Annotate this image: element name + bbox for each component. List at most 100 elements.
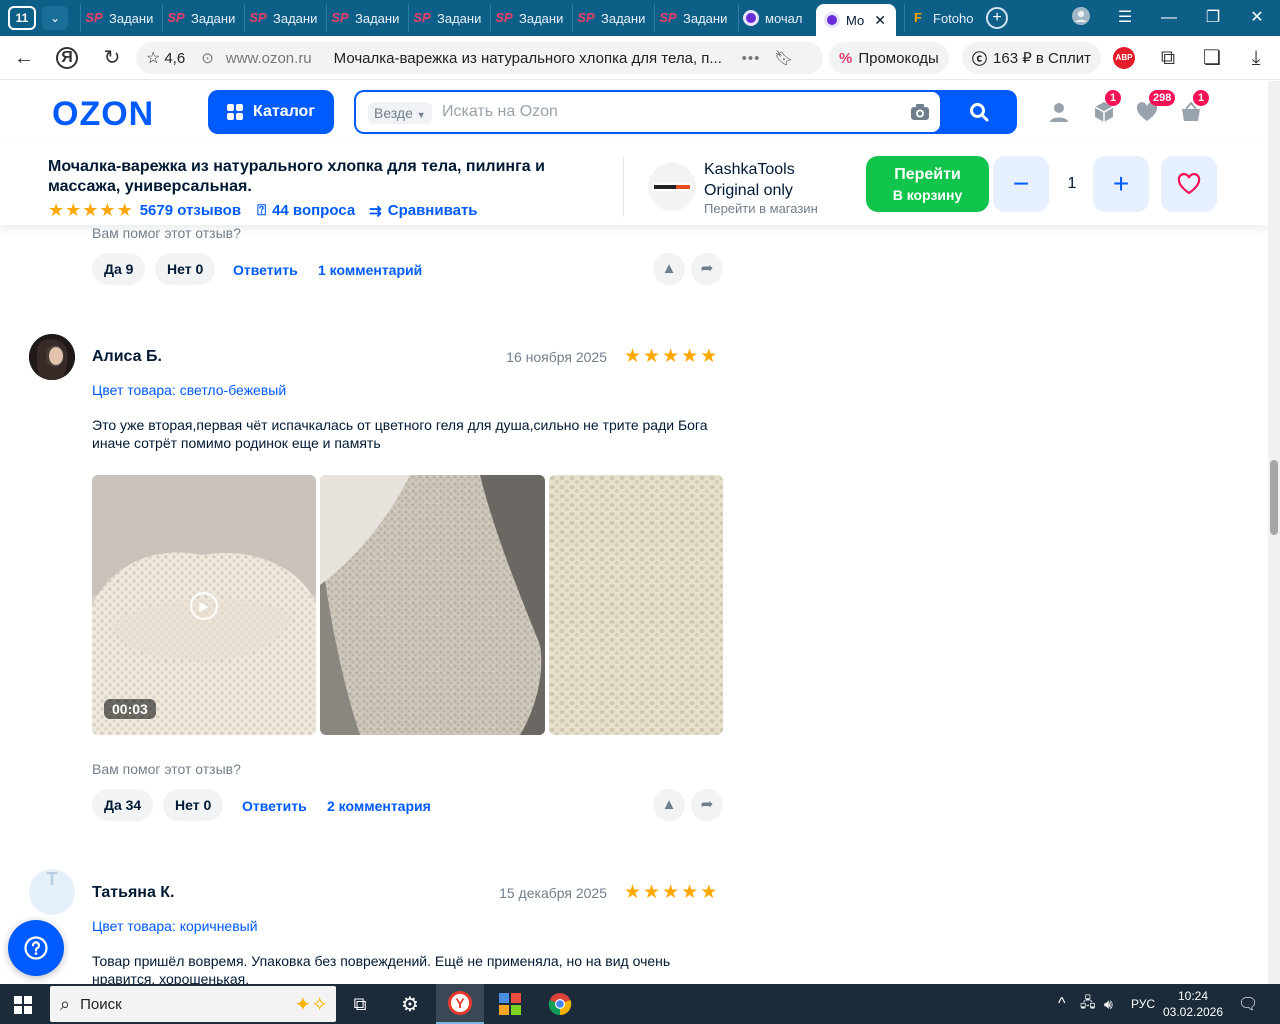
close-tab-icon[interactable]: ✕ [874, 12, 886, 29]
review-color-attribute[interactable]: Цвет товара: коричневый [92, 918, 258, 934]
collections-icon[interactable]: ❏ [1200, 46, 1224, 70]
helpful-no-button[interactable]: Нет 0 [163, 789, 224, 821]
browser-tab[interactable]: SP Задани [408, 4, 488, 32]
review-photo[interactable] [549, 475, 723, 735]
reload-icon[interactable]: ↻ [100, 46, 124, 70]
reply-link[interactable]: Ответить [242, 798, 307, 814]
yandex-icon[interactable]: Я [56, 47, 78, 69]
review-photo[interactable] [320, 475, 545, 735]
fotohost-favicon-icon: F [914, 10, 922, 25]
browser-tab[interactable]: SP Задани [326, 4, 406, 32]
comments-link[interactable]: 1 комментарий [318, 262, 422, 278]
star-icon: ★ [643, 882, 661, 903]
camera-icon[interactable] [910, 103, 930, 121]
warning-icon: ▲ [661, 260, 677, 277]
search-input[interactable] [442, 100, 882, 124]
cart-badge: 1 [1193, 90, 1209, 106]
restore-icon[interactable]: ❐ [1198, 6, 1228, 30]
tab-count-button[interactable]: 11 [8, 6, 36, 30]
menu-icon[interactable]: ☰ [1110, 6, 1140, 30]
profile-icon[interactable] [1066, 6, 1096, 30]
browser-tab[interactable]: SP Задани [572, 4, 652, 32]
help-button[interactable] [8, 920, 64, 976]
review-color-attribute[interactable]: Цвет товара: светло-бежевый [92, 382, 286, 398]
language-indicator[interactable]: РУС [1131, 984, 1155, 1024]
catalog-button[interactable]: Каталог [208, 90, 334, 134]
store-link[interactable]: Перейти в магазин [704, 201, 854, 216]
questions-link[interactable]: 44 вопроса [272, 202, 355, 219]
new-tab-button[interactable]: + [986, 7, 1008, 29]
browser-tab[interactable]: мочал [738, 4, 814, 32]
network-icon[interactable]: 🖧︎ [1080, 984, 1096, 1024]
star-icon: ★ [662, 346, 680, 367]
decrease-quantity-button[interactable]: − [993, 156, 1049, 212]
sp-favicon-icon: SP [495, 10, 513, 25]
scrollbar-thumb[interactable] [1270, 460, 1278, 535]
search-scope-select[interactable]: Везде ▼ [368, 102, 432, 124]
promocodes-button[interactable]: % Промокоды [829, 42, 949, 74]
browser-tab[interactable]: SP Задани [490, 4, 570, 32]
browser-tab-active[interactable]: Мо ✕ [816, 4, 896, 36]
star-icon: ★ [700, 346, 718, 367]
chrome-icon[interactable] [536, 984, 584, 1024]
split-button[interactable]: ⓒ 163 ₽ в Сплит [962, 42, 1102, 74]
clock[interactable]: 10:24 03.02.2026 [1163, 984, 1223, 1024]
user-icon[interactable] [1048, 101, 1070, 123]
review-stars: ★ ★ ★ ★ ★ [624, 347, 717, 366]
extensions-icon[interactable]: ⧉ [1156, 46, 1180, 70]
go-to-cart-button[interactable]: Перейти В корзину [866, 156, 989, 212]
taskbar-search[interactable]: ⌕ Поиск ✦✧ [50, 986, 336, 1022]
question-icon [24, 936, 48, 960]
helpful-yes-button[interactable]: Да 34 [92, 789, 154, 821]
adblock-icon[interactable]: ABP [1113, 47, 1135, 69]
increase-quantity-button[interactable]: + [1093, 156, 1149, 212]
url-page-title: Мочалка-варежка из натурального хлопка д… [333, 49, 722, 67]
notifications-icon[interactable]: 🗨︎ [1238, 984, 1258, 1024]
review-author: Татьяна К. [92, 884, 175, 901]
quantity-value: 1 [1067, 175, 1077, 192]
helpful-no-button[interactable]: Нет 0 [155, 253, 216, 285]
tabs-dropdown-button[interactable]: ⌄ [42, 6, 68, 30]
search-icon[interactable] [969, 102, 989, 122]
reply-link[interactable]: Ответить [233, 262, 298, 278]
favorite-button[interactable] [1161, 156, 1217, 212]
browser-tab[interactable]: SP Задани [244, 4, 324, 32]
url-field[interactable]: ☆ 4,6 ⊙ www.ozon.ru Мочалка-варежка из н… [136, 42, 823, 74]
photos-app-icon[interactable] [486, 984, 534, 1024]
comments-link[interactable]: 2 комментария [327, 798, 431, 814]
star-icon: ★ [662, 882, 680, 903]
ozon-logo[interactable]: OZON [52, 95, 154, 134]
tray-chevron-icon[interactable]: ^ [1058, 984, 1066, 1024]
warning-icon: ▲ [661, 796, 677, 813]
reviews-count-link[interactable]: 5679 отзывов [140, 202, 241, 219]
windows-start-icon[interactable] [14, 996, 32, 1014]
report-button[interactable]: ▲ [653, 253, 685, 285]
settings-icon[interactable]: ⚙ [386, 984, 434, 1024]
review-author: Алиса Б. [92, 348, 162, 365]
volume-icon[interactable]: 🔊︎ [1104, 984, 1113, 1024]
close-window-icon[interactable]: ✕ [1242, 6, 1272, 30]
helpful-yes-button[interactable]: Да 9 [92, 253, 146, 285]
grid-icon [227, 104, 243, 120]
sp-favicon-icon: SP [577, 10, 595, 25]
task-view-icon[interactable]: ⧉ [336, 984, 384, 1024]
share-button[interactable]: ➦ [691, 253, 723, 285]
compare-link[interactable]: Сравнивать [388, 202, 478, 219]
store-logo [648, 163, 696, 211]
minimize-icon[interactable]: — [1154, 6, 1184, 30]
browser-tab[interactable]: SP Задани [162, 4, 242, 32]
browser-tab[interactable]: F Fotoho [904, 4, 976, 32]
more-icon[interactable]: ••• [742, 50, 761, 67]
browser-tab[interactable]: SP Задани [80, 4, 160, 32]
report-button[interactable]: ▲ [653, 789, 685, 821]
download-icon[interactable]: ⤓ [1244, 46, 1268, 70]
browser-tab[interactable]: SP Задани [654, 4, 734, 32]
yandex-browser-icon[interactable]: Y [436, 984, 484, 1024]
share-button[interactable]: ➦ [691, 789, 723, 821]
review-video-thumbnail[interactable]: ▶ 00:03 [92, 475, 316, 735]
avatar: Т [29, 869, 75, 915]
bookmark-icon[interactable]: 🔖︎ [774, 49, 793, 67]
back-icon[interactable]: ← [12, 46, 36, 70]
share-icon: ➦ [700, 260, 714, 277]
play-icon[interactable]: ▶ [190, 592, 218, 620]
